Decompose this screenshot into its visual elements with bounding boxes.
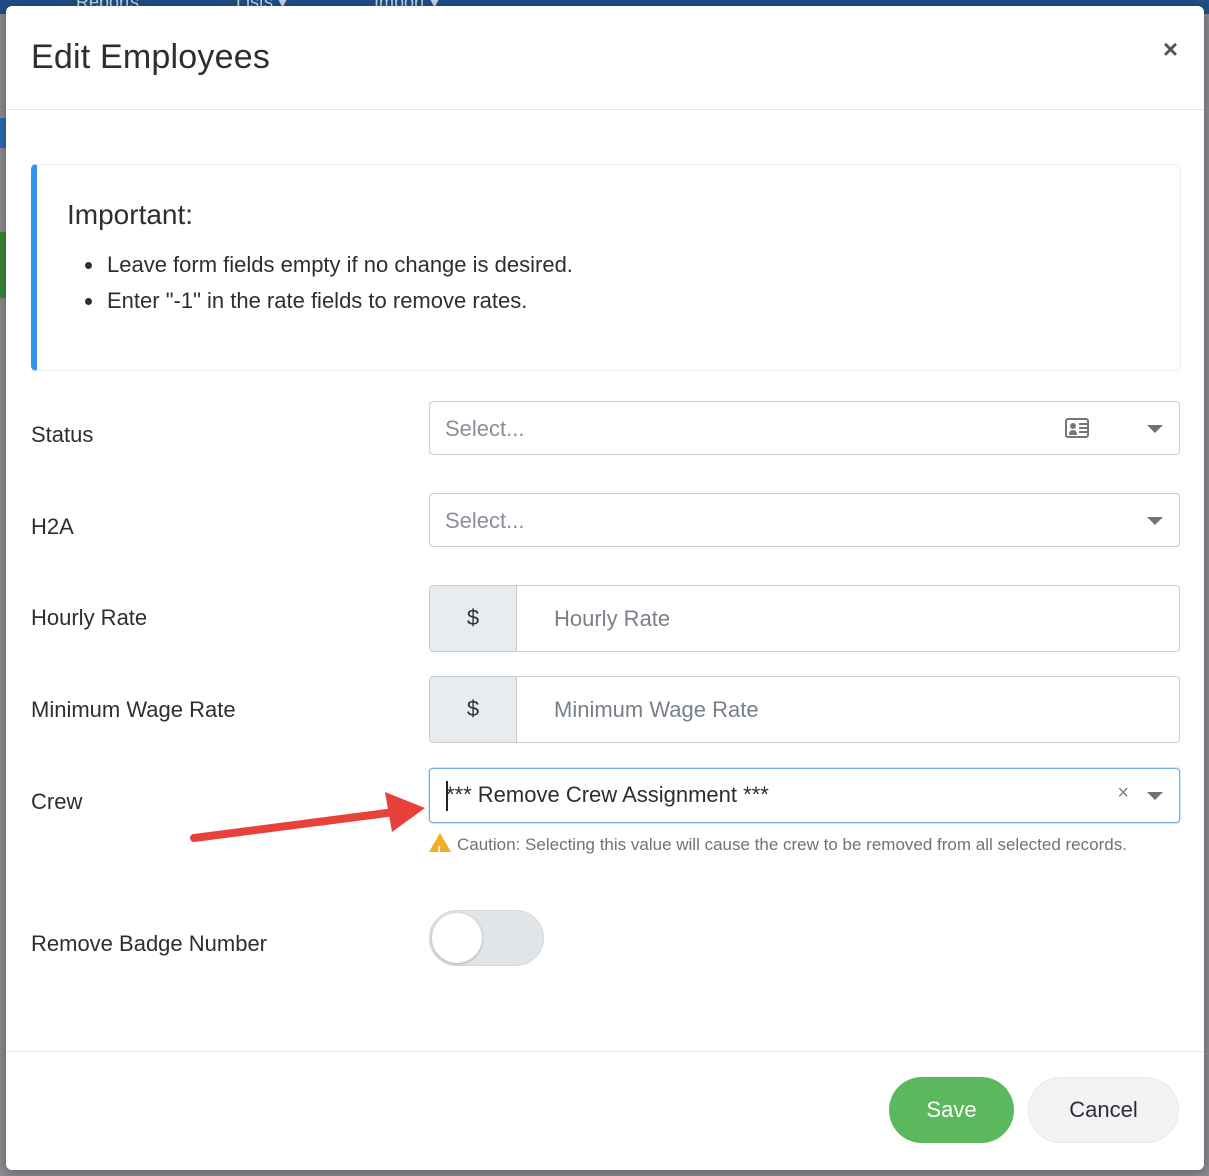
close-icon[interactable]: ×: [1163, 36, 1178, 62]
cancel-button[interactable]: Cancel: [1028, 1077, 1179, 1143]
chevron-down-icon[interactable]: [1147, 517, 1163, 525]
modal-header: Edit Employees ×: [6, 6, 1204, 110]
crew-select[interactable]: *** Remove Crew Assignment *** ×: [429, 768, 1180, 823]
crew-label: Crew: [31, 789, 83, 814]
clear-icon[interactable]: ×: [1117, 782, 1129, 805]
status-select[interactable]: Select...: [429, 401, 1180, 455]
footer-divider: [6, 1051, 1204, 1052]
status-placeholder: Select...: [445, 416, 525, 441]
save-button[interactable]: Save: [889, 1077, 1014, 1143]
remove-badge-number-toggle[interactable]: [429, 910, 544, 966]
notice-list: Leave form fields empty if no change is …: [85, 247, 573, 319]
h2a-label: H2A: [31, 514, 74, 539]
crew-caution-message: Caution: Selecting this value will cause…: [429, 830, 1179, 865]
notice-title: Important:: [67, 199, 194, 230]
minimum-wage-rate-group: $: [429, 676, 1180, 743]
chevron-down-icon[interactable]: [1147, 425, 1163, 433]
minimum-wage-rate-input[interactable]: [518, 677, 1178, 742]
notice-item: Leave form fields empty if no change is …: [85, 247, 573, 283]
toggle-knob: [432, 913, 482, 963]
h2a-select[interactable]: Select...: [429, 493, 1180, 547]
h2a-placeholder: Select...: [445, 508, 525, 533]
currency-addon: $: [430, 586, 517, 651]
annotation-arrow-icon: [190, 792, 425, 842]
crew-selected-value: *** Remove Crew Assignment ***: [446, 782, 769, 807]
hourly-rate-label: Hourly Rate: [31, 605, 148, 630]
notice-item: Enter "-1" in the rate fields to remove …: [85, 283, 573, 319]
important-notice: Important: Leave form fields empty if no…: [31, 164, 1181, 371]
remove-badge-number-label: Remove Badge Number: [31, 931, 268, 956]
edit-employees-modal: Edit Employees × Important: Leave form f…: [6, 6, 1204, 1170]
hourly-rate-group: $: [429, 585, 1180, 652]
chevron-down-icon[interactable]: [1147, 792, 1163, 800]
caution-text: Caution: Selecting this value will cause…: [457, 835, 1127, 854]
minimum-wage-rate-label: Minimum Wage Rate: [31, 697, 236, 722]
id-card-icon: [1065, 418, 1089, 438]
currency-addon: $: [430, 677, 517, 742]
modal-title: Edit Employees: [31, 38, 271, 76]
hourly-rate-input[interactable]: [518, 586, 1178, 651]
status-label: Status: [31, 422, 94, 447]
text-cursor: [446, 781, 448, 811]
